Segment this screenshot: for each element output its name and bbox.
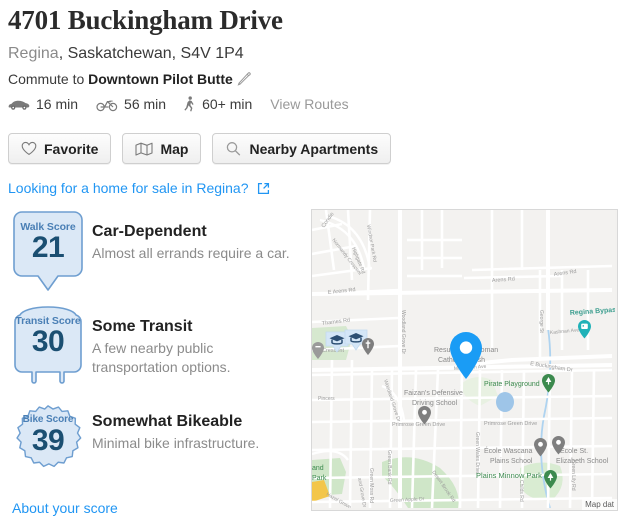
bike-score-title: Somewhat Bikeable [92,413,243,430]
svg-text:Driving School: Driving School [412,400,458,407]
action-button-row: Favorite Map Nearby Apartments [8,133,402,164]
transit-score-badge[interactable]: Transit Score 30 [12,305,84,391]
map-button-label: Map [160,140,189,157]
walk-score-description: Almost all errands require a car. [92,245,290,261]
bike-score-text: Somewhat Bikeable Minimal bike infrastru… [92,412,297,453]
favorite-button-label: Favorite [44,140,99,157]
commute-mode-drive[interactable]: 16 min [8,96,78,112]
score-list: Walk Score 21 Car-Dependent Almost all e… [0,210,300,495]
score-row-transit: Transit Score 30 Some Transit A few near… [0,305,300,400]
map-viewport[interactable]: Condie Normandy Crescent Highgate Rd Win… [311,209,618,511]
magnifier-icon [225,141,242,157]
commute-prefix-label: Commute to [8,71,89,87]
commute-destination-label: Downtown Pilot Butte [88,71,233,87]
svg-text:Pirate Playground: Pirate Playground [484,381,540,388]
svg-text:Plains School: Plains School [490,458,533,465]
transit-score-text: Some Transit A few nearby public transpo… [92,317,297,377]
view-routes-link[interactable]: View Routes [270,96,348,112]
commute-destination-line: Commute to Downtown Pilot Butte [8,70,252,91]
svg-text:Primrose Green Drive: Primrose Green Drive [484,421,537,427]
svg-text:George St: George St [538,310,544,333]
svg-text:École Wascana: École Wascana [484,446,532,455]
svg-text:Faizan's Defensive: Faizan's Defensive [404,390,463,397]
score-row-walk: Walk Score 21 Car-Dependent Almost all e… [0,210,300,305]
region-postal: , Saskatchewan, S4V 1P4 [58,45,244,62]
pencil-icon[interactable] [236,71,252,91]
svg-text:Plains Minnow Park: Plains Minnow Park [476,471,542,480]
walk-score-badge[interactable]: Walk Score 21 [12,210,84,296]
svg-text:Green Moss Rd: Green Moss Rd [368,468,374,503]
svg-text:and: and [312,465,324,472]
walkscore-property-panel: 4701 Buckingham Drive Regina, Saskatchew… [0,0,624,519]
page-title: 4701 Buckingham Drive [8,5,283,35]
walk-score-title: Car-Dependent [92,223,207,240]
score-row-bike: Bike Score 39 Somewhat Bikeable Minimal … [0,400,300,495]
bike-score-description: Minimal bike infrastructure. [92,435,260,451]
transit-score-title: Some Transit [92,318,193,335]
external-link-icon [257,182,270,195]
map-attribution: Map dat [582,499,617,510]
walk-score-text: Car-Dependent Almost all errands require… [92,222,297,263]
home-for-sale-link[interactable]: Looking for a home for sale in Regina? [8,180,270,196]
heart-icon [21,141,37,156]
commute-modes-row: 16 min 56 min 60+ min View Routes [8,92,349,116]
address-subline: Regina, Saskatchewan, S4V 1P4 [8,44,244,64]
map-icon [135,142,154,156]
transit-score-description: A few nearby public transportation optio… [92,340,231,375]
bike-time: 56 min [124,96,167,112]
map-pond [496,392,514,412]
home-for-sale-link-label: Looking for a home for sale in Regina? [8,180,249,196]
map-canvas[interactable]: Condie Normandy Crescent Highgate Rd Win… [312,210,615,508]
car-icon [8,97,30,111]
bike-score-value: 39 [31,424,65,457]
svg-text:Primrose Green Drive: Primrose Green Drive [392,422,445,428]
nearby-apartments-button-label: Nearby Apartments [249,140,379,157]
svg-text:Pincers: Pincers [318,396,335,402]
about-your-score-link[interactable]: About your score [12,500,118,516]
city-name: Regina [8,45,59,62]
svg-text:Park: Park [312,475,327,482]
drive-time: 16 min [36,96,79,112]
nearby-apartments-button[interactable]: Nearby Apartments [212,133,392,164]
bike-icon [96,97,118,112]
svg-text:Woodland Grove Dr: Woodland Grove Dr [400,310,406,354]
walk-score-value: 21 [31,231,65,264]
svg-text:Green Wales Drive: Green Wales Drive [474,432,480,474]
pedestrian-icon [184,96,196,112]
commute-mode-walk[interactable]: 60+ min [184,96,252,112]
favorite-button[interactable]: Favorite [8,133,112,164]
svg-text:Green Lily Rd: Green Lily Rd [570,460,576,491]
svg-text:École St.: École St. [560,446,588,455]
walk-time: 60+ min [202,96,253,112]
commute-mode-bike[interactable]: 56 min [96,96,166,112]
svg-text:Elizabeth School: Elizabeth School [556,458,609,465]
svg-text:Childs Rd: Childs Rd [518,480,524,502]
bike-score-badge[interactable]: Bike Score 39 [12,400,84,486]
transit-score-value: 30 [31,325,65,358]
svg-text:Green Bank Rd: Green Bank Rd [386,450,392,485]
svg-text:Crescent: Crescent [322,348,344,354]
map-button[interactable]: Map [122,133,202,164]
